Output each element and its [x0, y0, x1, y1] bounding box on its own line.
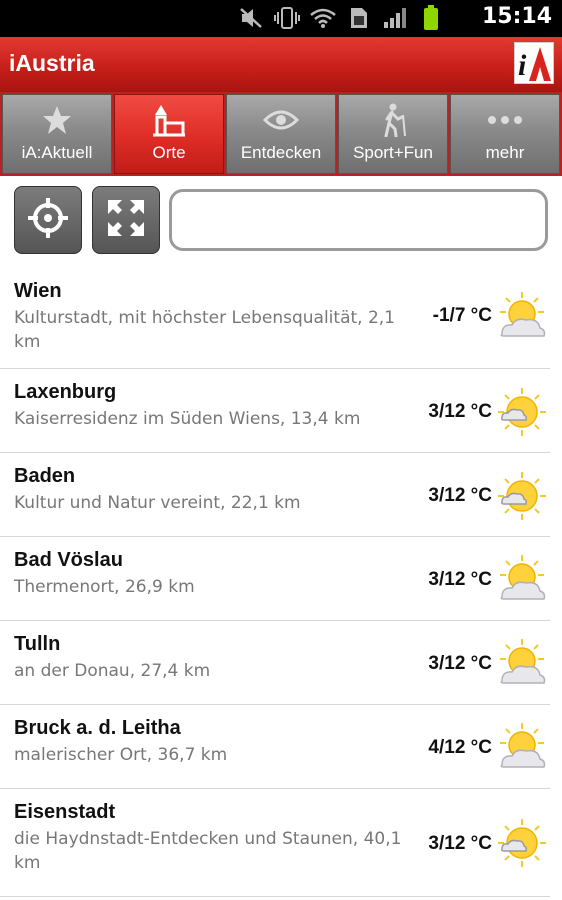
temperature: 3/12 °C: [428, 569, 492, 590]
place-description: Kaiserresidenz im Süden Wiens, 13,4 km: [14, 409, 361, 429]
svg-text:i: i: [518, 49, 527, 82]
places-icon: [115, 103, 223, 137]
list-item[interactable]: Bad Vöslau Thermenort, 26,9 km 3/12 °C: [0, 537, 550, 621]
temperature: 3/12 °C: [428, 401, 492, 422]
status-icons: [238, 5, 444, 31]
list-item[interactable]: Baden Kultur und Natur vereint, 22,1 km …: [0, 453, 550, 537]
place-name: Bruck a. d. Leitha: [14, 717, 181, 739]
sun-small-cloud-icon: [496, 386, 548, 438]
mute-icon: [238, 5, 264, 31]
tab-label: mehr: [485, 143, 525, 162]
list-item[interactable]: Laxenburg Kaiserresidenz im Süden Wiens,…: [0, 369, 550, 453]
star-icon: [3, 103, 111, 137]
app-bar: iAustria i: [0, 37, 562, 92]
sun-small-cloud-icon: [496, 470, 548, 522]
search-input[interactable]: [169, 189, 548, 251]
tab-orte[interactable]: Orte: [114, 94, 224, 174]
sun-cloud-icon: [496, 290, 548, 342]
place-name: Eisenstadt: [14, 801, 116, 823]
clock: 15:14: [481, 4, 552, 29]
battery-icon: [418, 5, 444, 31]
eye-icon: [227, 103, 335, 137]
list-item[interactable]: Bruck a. d. Leitha malerischer Ort, 36,7…: [0, 705, 550, 789]
place-name: Baden: [14, 465, 76, 487]
list-item[interactable]: Tulln an der Donau, 27,4 km 3/12 °C: [0, 621, 550, 705]
wifi-icon: [310, 5, 336, 31]
tab-label: iA:Aktuell: [21, 143, 93, 162]
sun-small-cloud-icon: [496, 817, 548, 869]
fullscreen-button[interactable]: [92, 186, 160, 254]
place-list: Wien Kulturstadt, mit höchster Lebensqua…: [0, 268, 562, 897]
sun-cloud-icon: [496, 553, 548, 605]
tab-bar: iA:Aktuell Orte Entdecken Sport+Fun mehr: [0, 92, 562, 176]
place-description: die Haydnstadt-Entdecken und Staunen, 40…: [14, 829, 402, 873]
tab-label: Entdecken: [240, 143, 322, 162]
temperature: 3/12 °C: [428, 653, 492, 674]
temperature: 3/12 °C: [428, 485, 492, 506]
vibrate-icon: [274, 5, 300, 31]
tab-label: Orte: [152, 143, 186, 162]
temperature: -1/7 °C: [432, 305, 492, 326]
app-logo[interactable]: i: [514, 42, 554, 84]
tab-sport-fun[interactable]: Sport+Fun: [338, 94, 448, 174]
sim-icon: [346, 5, 372, 31]
app-title: iAustria: [9, 50, 95, 76]
place-name: Laxenburg: [14, 381, 117, 403]
place-description: malerischer Ort, 36,7 km: [14, 745, 228, 765]
place-description: Kultur und Natur vereint, 22,1 km: [14, 493, 301, 513]
locate-button[interactable]: [14, 186, 82, 254]
list-item[interactable]: Wien Kulturstadt, mit höchster Lebensqua…: [0, 268, 550, 369]
crosshair-icon: [26, 196, 70, 244]
place-description: Thermenort, 26,9 km: [14, 577, 195, 597]
list-item[interactable]: Eisenstadt die Haydnstadt-Entdecken und …: [0, 789, 550, 897]
signal-icon: [382, 5, 408, 31]
sun-cloud-icon: [496, 721, 548, 773]
sun-cloud-icon: [496, 637, 548, 689]
tab-entdecken[interactable]: Entdecken: [226, 94, 336, 174]
tab-mehr[interactable]: mehr: [450, 94, 560, 174]
temperature: 4/12 °C: [428, 737, 492, 758]
place-description: Kulturstadt, mit höchster Lebensqualität…: [14, 308, 395, 352]
tab-label: Sport+Fun: [353, 143, 433, 162]
status-bar: 15:14: [0, 0, 562, 37]
more-icon: [451, 103, 559, 137]
place-description: an der Donau, 27,4 km: [14, 661, 211, 681]
hiker-icon: [339, 103, 447, 137]
tab-aktuell[interactable]: iA:Aktuell: [2, 94, 112, 174]
place-name: Wien: [14, 280, 62, 302]
temperature: 3/12 °C: [428, 833, 492, 854]
expand-icon: [104, 196, 148, 244]
place-name: Tulln: [14, 633, 61, 655]
place-name: Bad Vöslau: [14, 549, 123, 571]
